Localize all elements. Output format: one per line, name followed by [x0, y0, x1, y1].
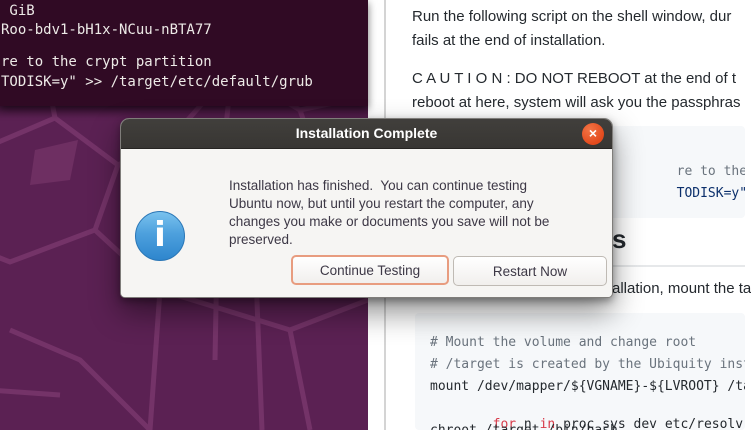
installation-complete-dialog: Installation Complete × i Installation h… — [120, 118, 613, 298]
terminal-window[interactable]: GiB Roo-bdv1-bH1x-NCuu-nBTA77 re to the … — [0, 0, 368, 106]
code-block-mount-script[interactable]: # Mount the volume and change root # /ta… — [415, 313, 745, 430]
doc-paragraph-line: Run the following script on the shell wi… — [412, 7, 731, 27]
code-line: TODISK=y" >> /targ — [614, 170, 745, 218]
section-heading-fragment: s — [612, 224, 626, 255]
close-icon: × — [589, 125, 597, 141]
dialog-titlebar[interactable]: Installation Complete × — [121, 119, 612, 149]
doc-caution-line: C A U T I O N : DO NOT REBOOT at the end… — [412, 69, 736, 89]
dialog-body: i Installation has finished. You can con… — [121, 149, 612, 298]
doc-paragraph-line: fails at the end of installation. — [412, 31, 605, 51]
doc-caution-line: reboot at here, system will ask you the … — [412, 93, 741, 113]
terminal-shadow — [0, 105, 368, 119]
close-button[interactable]: × — [582, 123, 604, 145]
code-comment: # /target is created by the Ubiquity ins… — [430, 357, 745, 373]
code-line: chroot /target /bin/bash — [430, 423, 618, 430]
code-line: mount /dev/mapper/${VGNAME}-${LVROOT} /t… — [430, 379, 745, 395]
info-icon-glyph: i — [154, 215, 166, 255]
continue-testing-button[interactable]: Continue Testing — [291, 255, 449, 285]
terminal-line: re to the crypt partition — [1, 53, 212, 71]
dialog-message-line: preserved. — [229, 231, 293, 249]
code-comment: # Mount the volume and change root — [430, 335, 696, 351]
info-icon: i — [135, 211, 185, 261]
dialog-title: Installation Complete — [121, 125, 612, 141]
terminal-line: Roo-bdv1-bH1x-NCuu-nBTA77 — [1, 21, 212, 39]
terminal-line: GiB — [1, 2, 35, 20]
dialog-message-line: changes you make or documents you save w… — [229, 213, 549, 231]
dialog-message-line: Installation has finished. You can conti… — [229, 177, 527, 195]
terminal-line: TODISK=y" >> /target/etc/default/grub — [1, 73, 313, 91]
restart-now-button[interactable]: Restart Now — [453, 256, 607, 286]
screen: GiB Roo-bdv1-bH1x-NCuu-nBTA77 re to the … — [0, 0, 751, 430]
doc-mount-paragraph-fragment: allation, mount the ta — [612, 279, 751, 299]
dialog-message-line: Ubuntu now, but until you restart the co… — [229, 195, 534, 213]
